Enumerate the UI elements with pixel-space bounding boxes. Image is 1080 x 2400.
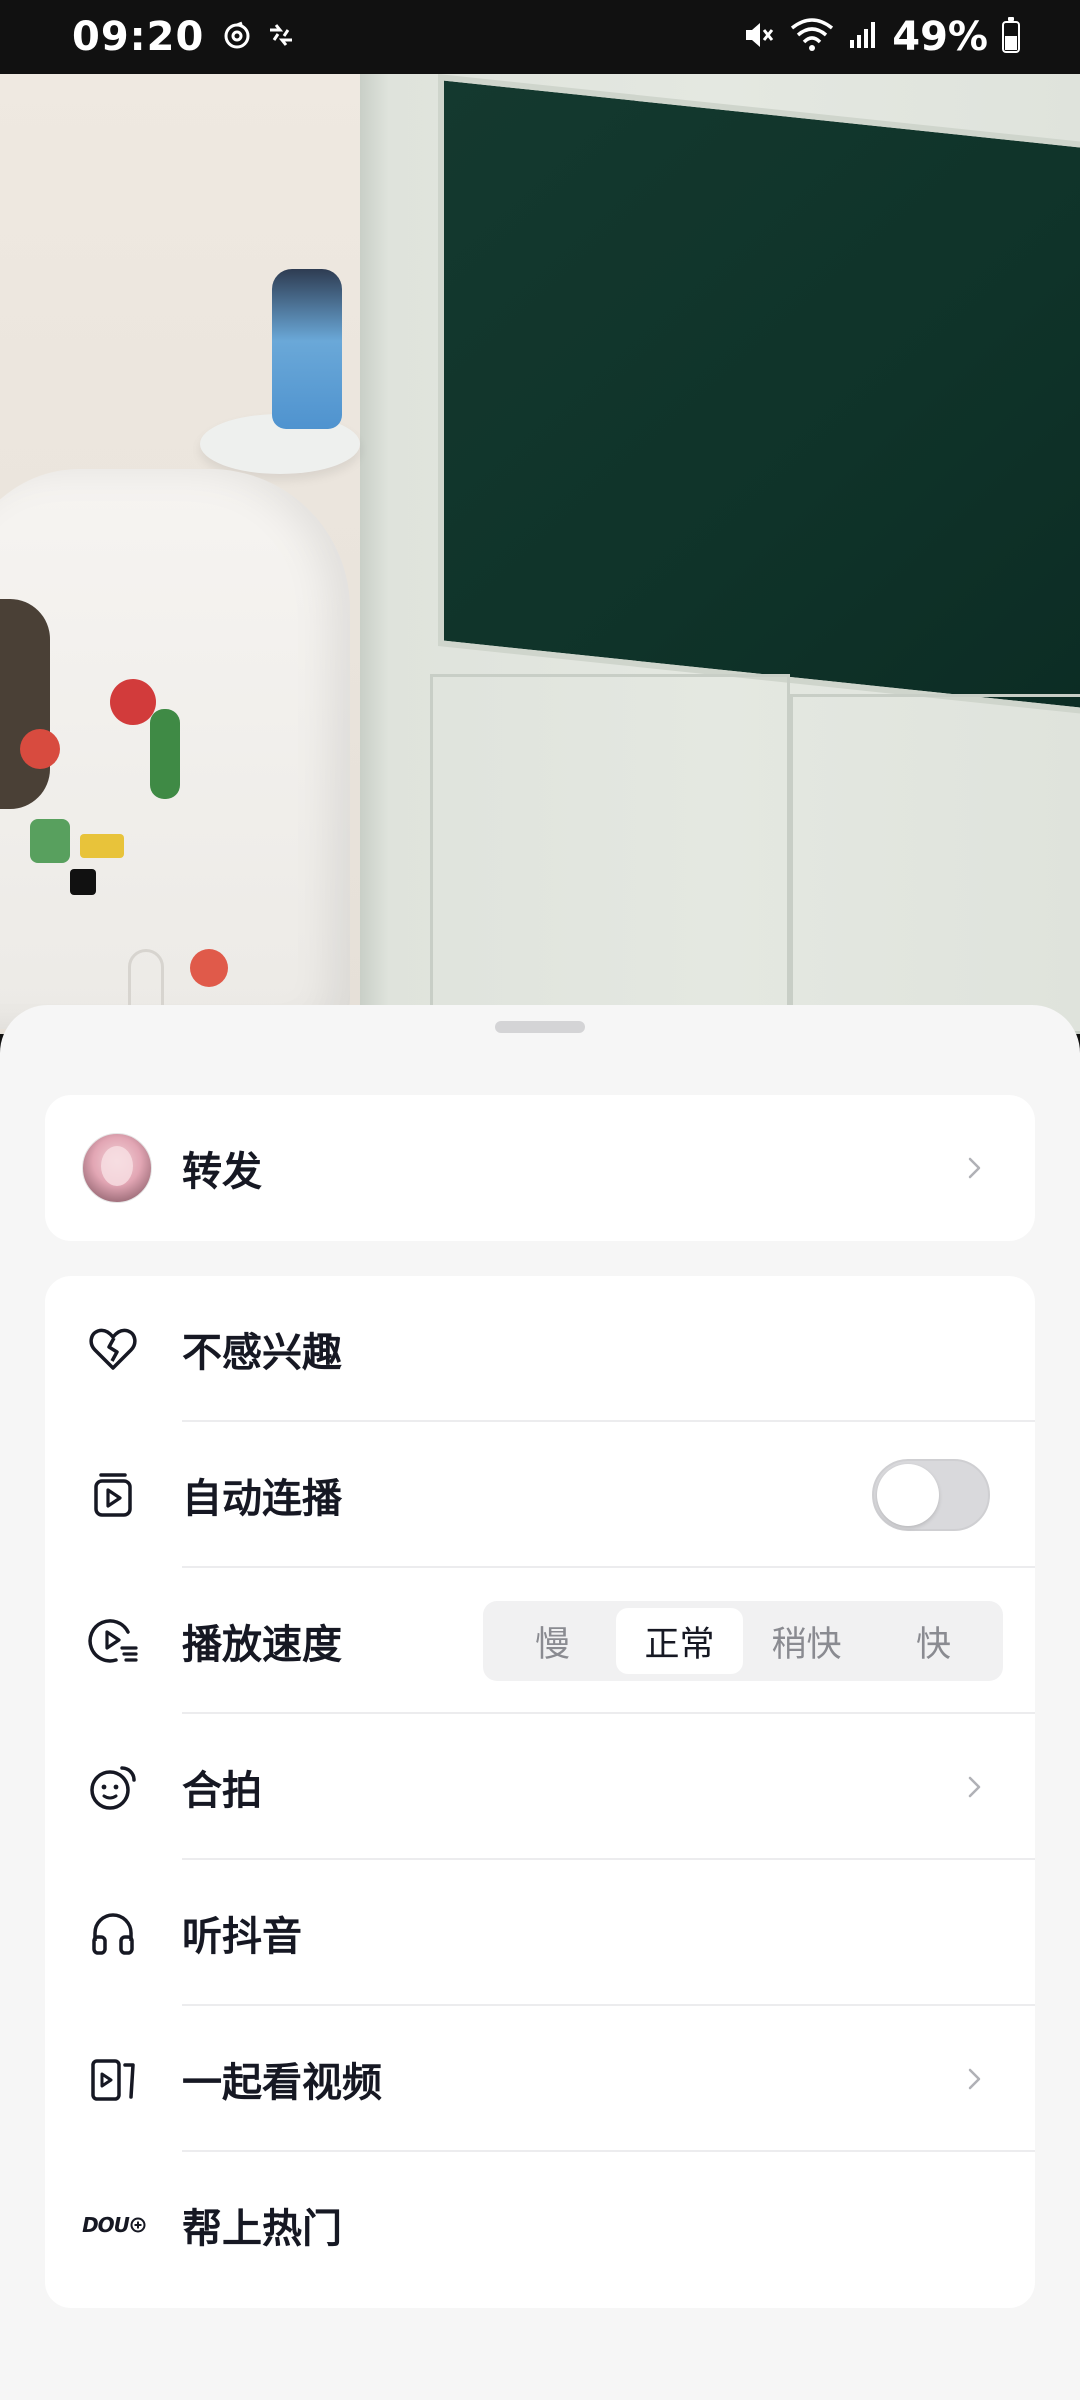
wifi-icon xyxy=(790,18,834,56)
playback-speed-label: 播放速度 xyxy=(182,1622,342,1668)
video-scene-blackboard xyxy=(438,74,1080,717)
speed-option-fast[interactable]: 快 xyxy=(870,1608,997,1674)
watch-together-icon xyxy=(83,2049,143,2109)
options-card: 不感兴趣 自动连播 播放速度 慢 正常 稍快 快 合拍 听抖音 一起看视频 DO… xyxy=(45,1276,1035,2308)
speed-option-slightly-fast[interactable]: 稍快 xyxy=(743,1608,870,1674)
mute-icon xyxy=(742,18,776,56)
watch-together-row[interactable]: 一起看视频 xyxy=(45,2006,1035,2152)
video-scene-machine xyxy=(0,469,350,1034)
more-options-sheet: 转发 不感兴趣 自动连播 播放速度 慢 正常 稍快 快 合拍 听抖音 一起看视频… xyxy=(0,1005,1080,2400)
dou-plus-label: 帮上热门 xyxy=(182,2206,342,2252)
speed-selector: 慢 正常 稍快 快 xyxy=(483,1601,1003,1681)
playback-speed-row: 播放速度 慢 正常 稍快 快 xyxy=(45,1568,1035,1714)
drag-handle[interactable] xyxy=(495,1021,585,1033)
watch-together-label: 一起看视频 xyxy=(182,2060,382,2106)
toggle-knob xyxy=(877,1464,939,1526)
duet-label: 合拍 xyxy=(182,1768,262,1814)
duet-row[interactable]: 合拍 xyxy=(45,1714,1035,1860)
autoplay-label: 自动连播 xyxy=(182,1476,342,1522)
video-scene-panel xyxy=(790,694,1080,1034)
speed-option-normal[interactable]: 正常 xyxy=(616,1608,743,1674)
chevron-right-icon xyxy=(968,2068,981,2090)
forward-card: 转发 xyxy=(45,1095,1035,1241)
autoplay-row: 自动连播 xyxy=(45,1422,1035,1568)
dou-plus-logo-text: DOU xyxy=(82,2213,130,2237)
signal-icon xyxy=(848,20,878,54)
video-scene-bottle xyxy=(272,269,342,429)
not-interested-label: 不感兴趣 xyxy=(182,1330,342,1376)
dou-plus-icon: DOU xyxy=(79,2195,149,2255)
duet-icon xyxy=(83,1757,143,1817)
broken-heart-icon xyxy=(83,1319,143,1379)
battery-fill xyxy=(1005,36,1017,50)
autoplay-icon xyxy=(83,1465,143,1525)
vpn-sync-icon xyxy=(266,20,296,54)
autoplay-toggle[interactable] xyxy=(872,1459,990,1531)
listen-douyin-label: 听抖音 xyxy=(182,1914,302,1960)
netease-music-icon xyxy=(222,20,252,54)
speed-option-slow[interactable]: 慢 xyxy=(489,1608,616,1674)
playback-speed-icon xyxy=(83,1611,143,1671)
headphones-icon xyxy=(83,1903,143,1963)
dou-plus-row[interactable]: DOU 帮上热门 xyxy=(45,2152,1035,2298)
battery-percentage: 49% xyxy=(892,14,988,60)
avatar xyxy=(82,1133,152,1203)
listen-douyin-row[interactable]: 听抖音 xyxy=(45,1860,1035,2006)
status-bar: 09:20 49% xyxy=(0,0,1080,74)
forward-row[interactable]: 转发 xyxy=(45,1095,1035,1241)
chevron-right-icon xyxy=(968,1157,981,1179)
video-player[interactable] xyxy=(0,74,1080,1034)
forward-label: 转发 xyxy=(182,1149,262,1195)
chevron-right-icon xyxy=(968,1776,981,1798)
status-time: 09:20 xyxy=(72,14,205,60)
video-scene-panel xyxy=(430,674,790,1034)
not-interested-row[interactable]: 不感兴趣 xyxy=(45,1276,1035,1422)
battery-icon xyxy=(1002,17,1020,53)
